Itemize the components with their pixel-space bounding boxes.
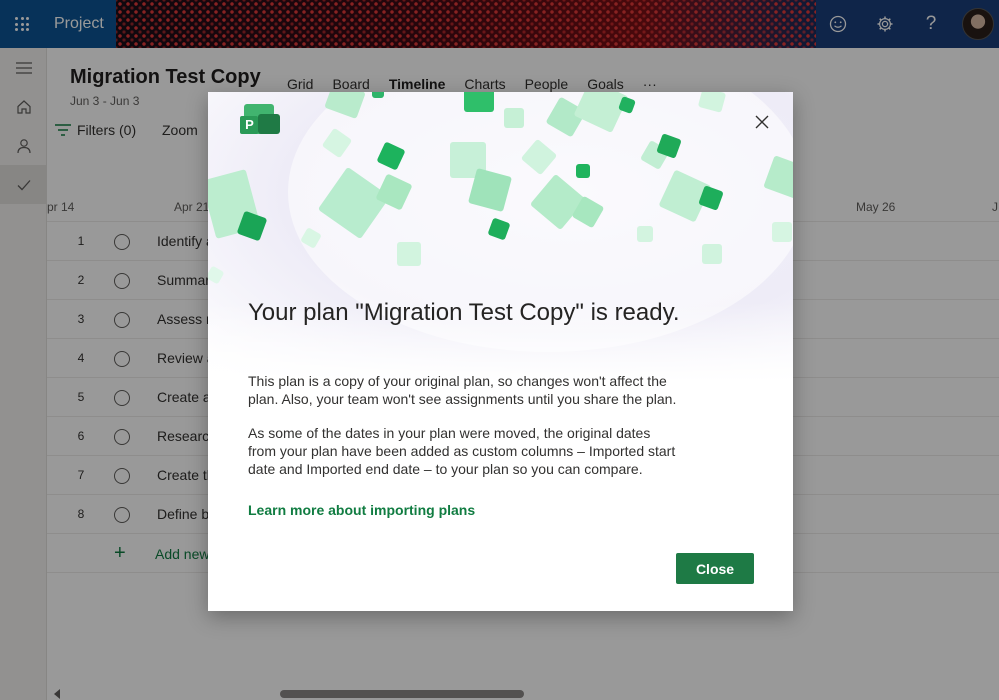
- dialog-paragraph-dates-info: As some of the dates in your plan were m…: [248, 425, 676, 477]
- plan-ready-dialog: P Your plan "Migration Test Copy" is rea…: [208, 92, 793, 611]
- dialog-paragraph-copy-info: This plan is a copy of your original pla…: [248, 373, 677, 407]
- close-icon: [755, 115, 769, 129]
- dialog-title: Your plan "Migration Test Copy" is ready…: [248, 299, 680, 326]
- close-dialog-button[interactable]: [753, 113, 771, 131]
- dialog-illustration: P: [208, 92, 793, 382]
- planner-logo-icon: P: [241, 117, 258, 133]
- logo-letter: P: [245, 117, 254, 132]
- learn-more-link[interactable]: Learn more about importing plans: [248, 502, 475, 518]
- close-button[interactable]: Close: [676, 553, 754, 584]
